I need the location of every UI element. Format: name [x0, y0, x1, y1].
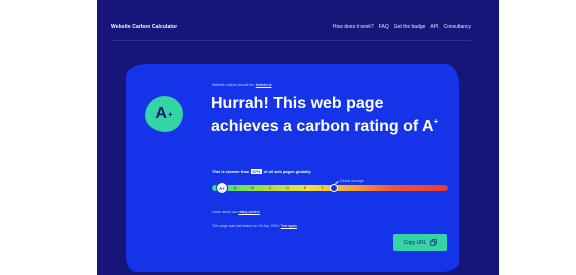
rating-badge: A +	[145, 96, 183, 132]
test-again-link[interactable]: Test again	[281, 224, 297, 228]
copy-url-label: Copy URL	[403, 239, 427, 246]
learn-rating-line: Learn about our rating system	[212, 210, 260, 214]
current-rating-marker: A+	[217, 183, 227, 193]
grade-a: A	[234, 186, 237, 190]
rating-system-link[interactable]: rating system	[238, 210, 259, 214]
grade-c: C	[268, 186, 272, 190]
cleaner-than-prefix: This is cleaner than	[212, 169, 250, 174]
nav-consultancy[interactable]: Consultancy	[443, 24, 471, 30]
grade-b: B	[251, 186, 254, 190]
nav-get-badge[interactable]: Get the badge	[394, 24, 426, 30]
grade-e: E	[304, 186, 307, 190]
copy-icon	[429, 239, 437, 246]
grade-f: F	[321, 186, 324, 190]
results-for-label: Website carbon results for:	[212, 83, 255, 87]
main-nav: How does it work? FAQ Get the badge API …	[333, 24, 471, 30]
rating-badge-grade: A	[155, 105, 167, 122]
cleaner-percent-badge: 97%	[251, 169, 262, 174]
rating-scale: A B C D E F A+ Global average	[212, 179, 448, 194]
rating-scale-grades: A B C D E F	[234, 186, 324, 190]
global-average-pointer	[335, 180, 339, 185]
right-margin	[499, 0, 576, 275]
site-frame: Website Carbon Calculator How does it wo…	[97, 0, 499, 275]
nav-how-it-works[interactable]: How does it work?	[333, 24, 374, 30]
last-tested-line: This page was last tested on 19 Apr, 202…	[212, 224, 297, 228]
cleaner-than-suffix: of all web pages globally	[263, 169, 311, 174]
left-margin	[0, 0, 97, 275]
nav-api[interactable]: API	[430, 24, 438, 30]
grade-d: D	[286, 186, 290, 190]
copy-url-button[interactable]: Copy URL	[393, 234, 447, 251]
global-average-pin	[330, 184, 338, 192]
rating-badge-plus: +	[167, 109, 173, 119]
global-average-label: Global average	[340, 179, 364, 183]
results-url-link[interactable]: thebrief.ai	[256, 83, 272, 87]
cleaner-than-line: This is cleaner than 97% of all web page…	[212, 169, 311, 174]
brand-logo-text[interactable]: Website Carbon Calculator	[111, 24, 177, 30]
result-card: A + Website carbon results for: thebrief.…	[126, 64, 459, 272]
result-headline-plus: +	[433, 117, 439, 126]
header-divider	[111, 40, 471, 41]
site-header: Website Carbon Calculator How does it wo…	[111, 24, 471, 41]
results-for-line: Website carbon results for: thebrief.ai	[212, 83, 271, 87]
nav-faq[interactable]: FAQ	[379, 24, 389, 30]
last-tested-text: This page was last tested on 19 Apr, 202…	[212, 224, 280, 228]
result-headline: Hurrah! This web page achieves a carbon …	[211, 95, 451, 136]
result-headline-text: Hurrah! This web page achieves a carbon …	[211, 95, 434, 135]
learn-rating-prefix: Learn about our	[212, 210, 238, 214]
